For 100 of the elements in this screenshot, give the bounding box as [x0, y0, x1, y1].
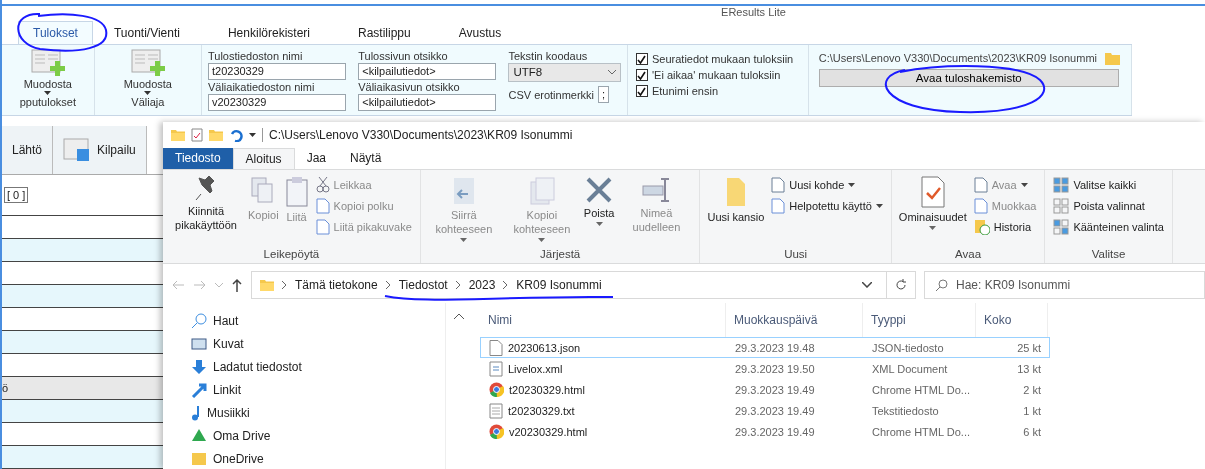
file-name: Livelox.xml — [481, 360, 727, 377]
nav-item[interactable]: Ladatut tiedostot — [163, 357, 445, 377]
ribbon-tab[interactable]: Tuonti/Vienti — [98, 21, 195, 44]
nav-item[interactable]: OneDrive — [163, 449, 445, 469]
delete-icon — [585, 176, 614, 205]
ribbon-button[interactable]: Kiinnitä pikakäyttöön — [169, 176, 243, 248]
file-row[interactable]: t20230329.txt 29.3.2023 19.49 Tekstitiedosto 1 kt — [480, 400, 1050, 421]
group-label: Väliaja — [131, 95, 165, 109]
table-cell-text: 1 kt — [1022, 404, 1042, 417]
file-row[interactable]: Livelox.xml 29.3.2023 19.50 XML Document 13 kt — [480, 358, 1050, 379]
column-header[interactable]: Nimi — [480, 303, 726, 337]
table-info-icon — [63, 138, 92, 162]
ribbon-button[interactable]: Uusi kohde — [769, 176, 885, 195]
text-field[interactable]: <kilpailutiedot> — [358, 94, 497, 111]
nav-item[interactable]: Musiikki — [163, 403, 445, 423]
group-label: Leikepöytä — [262, 247, 321, 262]
address-bar[interactable]: Tämä tietokone Tiedostot 2023 KR09 Isonummi — [251, 271, 887, 300]
caret-icon — [1020, 183, 1028, 188]
breadcrumb[interactable]: KR09 Isonummi — [516, 278, 602, 293]
text-field[interactable]: <kilpailutiedot> — [358, 63, 497, 80]
document-icon — [315, 219, 330, 236]
document-icon — [973, 177, 988, 194]
nav-item[interactable]: Oma Drive — [163, 426, 445, 446]
group-label: Järjestä — [539, 247, 582, 262]
field-label: Tulostiedoston nimi — [207, 49, 304, 63]
chevron-right-icon — [385, 281, 391, 290]
file-menu-tab[interactable]: Tiedosto — [163, 147, 233, 170]
counter: [ 0 ] — [4, 187, 29, 203]
table-add-icon — [130, 49, 165, 77]
ribbon-button[interactable]: Helpotettu käyttö — [769, 197, 885, 216]
ribbon-button[interactable]: Historia — [971, 218, 1039, 237]
search-field[interactable]: Hae: KR09 Isonummi — [924, 271, 1205, 300]
open-folder-button[interactable]: Avaa tuloshakemisto — [818, 69, 1119, 87]
column-header[interactable]: Muokkauspäivä — [726, 303, 863, 337]
encoding-dropdown[interactable]: UTF8 — [508, 63, 621, 82]
ribbon-tab[interactable]: Jaa — [294, 147, 338, 170]
group-label: pputulokset — [19, 95, 76, 109]
search-icon — [191, 313, 207, 329]
nav-item[interactable]: Haut — [163, 311, 445, 331]
picture-icon — [191, 336, 207, 352]
field-label: Väliaikasivun otsikko — [358, 80, 461, 94]
ribbon-button[interactable]: Uusi kansio — [706, 176, 766, 248]
checkbox[interactable] — [635, 53, 648, 65]
select-grid-icon — [1053, 177, 1070, 194]
chevron-right-icon — [282, 281, 287, 290]
generate-button[interactable]: Muodosta — [23, 77, 72, 91]
breadcrumb[interactable]: Tämä tietokone — [295, 278, 378, 293]
tab[interactable]: Kilpailu — [53, 126, 147, 174]
ribbon-tab[interactable]: Tulokset — [18, 21, 93, 44]
file-row[interactable]: t20230329.html 29.3.2023 19.49 Chrome HTML Do... 2 kt — [480, 379, 1050, 400]
nav-item[interactable]: Kuvat — [163, 334, 445, 354]
nav-item[interactable]: Linkit — [163, 380, 445, 400]
select-grid-icon — [1053, 219, 1070, 236]
ribbon-button[interactable]: Käänteinen valinta — [1051, 218, 1166, 237]
table-cell-text: XML Document — [871, 362, 949, 375]
ribbon-tab[interactable]: Aloitus — [232, 147, 295, 170]
checkbox[interactable] — [635, 85, 648, 97]
ribbon-tab[interactable]: Henkilörekisteri — [212, 21, 325, 44]
field-label: Tekstin koodaus — [508, 49, 589, 63]
refresh-icon — [895, 279, 907, 292]
breadcrumb[interactable]: Tiedostot — [398, 278, 448, 293]
undo-icon[interactable] — [229, 127, 243, 142]
copy-icon — [527, 176, 556, 207]
breadcrumb[interactable]: 2023 — [468, 278, 496, 293]
file-row[interactable]: v20230329.html 29.3.2023 19.49 Chrome HTML Do... 6 kt — [480, 421, 1050, 442]
text-field[interactable]: ; — [598, 86, 610, 103]
ribbon-button[interactable]: Poista valinnat — [1051, 197, 1166, 216]
column-header[interactable]: Koko — [976, 303, 1048, 337]
table-cell-text: 29.3.2023 19.50 — [734, 362, 816, 375]
file-row[interactable]: 20230613.json 29.3.2023 19.48 JSON-tiedosto 25 kt — [480, 337, 1050, 358]
ribbon-tab[interactable]: Rastilippu — [343, 21, 426, 44]
group-label: Avaa — [954, 247, 983, 262]
tab[interactable]: Lähtö — [2, 126, 54, 174]
field-label: CSV erotinmerkki — [508, 87, 595, 102]
checkbox[interactable] — [635, 69, 648, 81]
ribbon-button[interactable]: Poista — [582, 176, 616, 248]
caret-icon — [44, 91, 52, 95]
window-title: C:\Users\Lenovo V330\Documents\2023\KR09 Isonummi — [262, 127, 573, 142]
generate-button[interactable]: Muodosta — [123, 77, 172, 91]
table-cell-text: 29.3.2023 19.49 — [734, 425, 816, 438]
clipboard-icon — [284, 176, 309, 209]
chevron-down-icon — [862, 282, 872, 289]
ribbon-tab[interactable]: Näytä — [338, 147, 394, 170]
caret-icon — [144, 91, 152, 95]
document-icon — [771, 198, 786, 215]
text-field[interactable]: t20230329 — [207, 63, 347, 80]
properties-icon[interactable] — [191, 127, 203, 142]
ribbon-tab[interactable]: Avustus — [443, 21, 517, 44]
document-icon — [973, 198, 988, 215]
up-arrow-icon[interactable] — [231, 278, 243, 293]
ribbon-button[interactable]: Valitse kaikki — [1051, 176, 1166, 195]
refresh-button[interactable] — [886, 271, 916, 300]
text-file-icon — [489, 402, 503, 419]
table-cell-text: 29.3.2023 19.49 — [734, 404, 816, 417]
ribbon-button[interactable]: Ominaisuudet — [897, 176, 968, 248]
column-header[interactable]: Tyyppi — [863, 303, 976, 337]
table-cell-text: 6 kt — [1022, 425, 1042, 438]
scroll-up-icon[interactable] — [454, 313, 464, 319]
group-label: Valitse — [1090, 247, 1127, 262]
text-field[interactable]: v20230329 — [207, 94, 347, 111]
